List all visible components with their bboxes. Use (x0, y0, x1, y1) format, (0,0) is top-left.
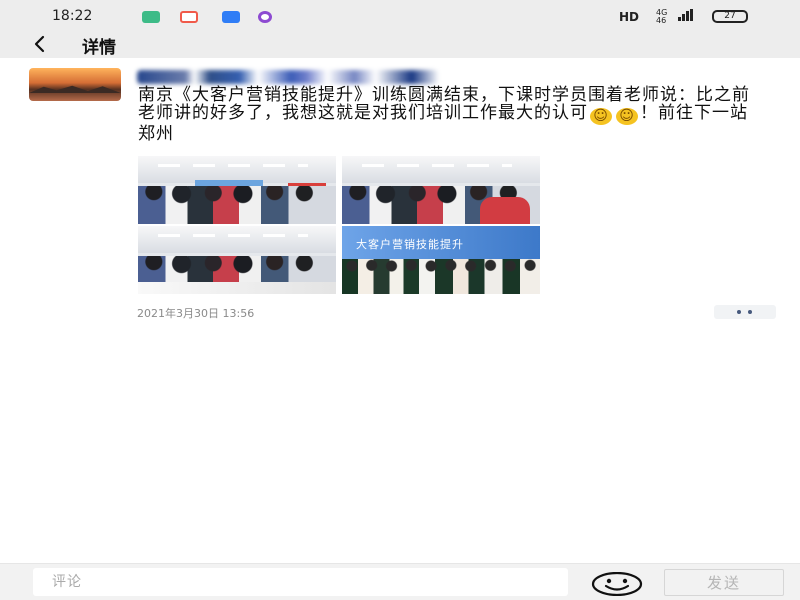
group-photo[interactable]: 大客户营销技能提升 (342, 226, 540, 294)
status-bar: 18:22 HD 4G 46 27 (0, 0, 800, 30)
face-emoji-icon[interactable] (590, 572, 644, 596)
attendee-red (480, 197, 530, 224)
audience (138, 186, 336, 224)
classroom-photo-2[interactable] (342, 156, 540, 224)
wechat-icon (142, 11, 160, 23)
comment-bar: 发送 (0, 563, 800, 600)
training-table (138, 282, 336, 294)
back-arrow-icon[interactable] (31, 35, 49, 53)
ceiling-lights (342, 156, 540, 183)
more-dots-icon (737, 310, 741, 314)
more-dots-icon (748, 310, 752, 314)
classroom-photo-3[interactable] (138, 226, 336, 294)
classroom-photo-1[interactable] (138, 156, 336, 224)
photo-banner-text: 大客户营销技能提升 (356, 238, 464, 251)
navigation-bar (0, 30, 800, 58)
comment-input[interactable] (33, 568, 568, 596)
network-indicator: 4G 46 (656, 9, 667, 25)
translate-icon (222, 11, 240, 23)
post-date: 2021年3月30日 13:56 (137, 307, 255, 320)
author-name-redacted (137, 70, 439, 84)
status-time: 18:22 (52, 8, 93, 24)
page-title: 详情 (82, 38, 116, 58)
signal-icon (678, 9, 696, 21)
send-button[interactable]: 发送 (664, 569, 784, 596)
more-options-button[interactable] (714, 305, 776, 319)
ceiling-lights (138, 156, 336, 183)
ceiling-lights (138, 226, 336, 253)
smile-emoji-icon: ☺ (590, 108, 612, 125)
chat-icon (258, 11, 272, 23)
battery-indicator: 27 (712, 10, 748, 23)
network-speed: 46 (656, 16, 667, 25)
weibo-icon (180, 11, 198, 23)
hd-indicator: HD (619, 10, 640, 24)
group-people (342, 259, 540, 294)
sunset-avatar-icon[interactable] (29, 68, 121, 101)
post-text: 南京《大客户营销技能提升》训练圆满结束，下课时学员围着老师说：比之前老师讲的好多… (138, 86, 758, 143)
smile-emoji-icon: ☺ (616, 108, 638, 125)
